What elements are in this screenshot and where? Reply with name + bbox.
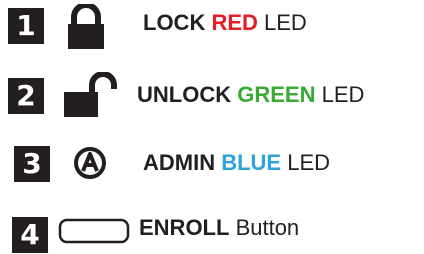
blue-color-word: BLUE — [221, 150, 282, 175]
unlock-label: UNLOCK GREEN LED — [137, 82, 365, 107]
locked-padlock-icon — [68, 4, 104, 49]
enroll-label: ENROLL Button — [139, 215, 300, 240]
enroll-button-icon — [58, 218, 130, 244]
number-badge: 2 — [8, 78, 44, 114]
admin-a-circle-icon — [74, 147, 106, 179]
unlocked-padlock-icon — [64, 72, 117, 117]
green-color-word: GREEN — [237, 82, 316, 107]
admin-label: ADMIN BLUE LED — [143, 150, 331, 175]
number-badge: 4 — [12, 217, 48, 253]
number-badge: 1 — [8, 8, 44, 44]
number-badge: 3 — [14, 146, 50, 182]
red-color-word: RED — [211, 10, 258, 35]
lock-label: LOCK RED LED — [143, 10, 307, 35]
